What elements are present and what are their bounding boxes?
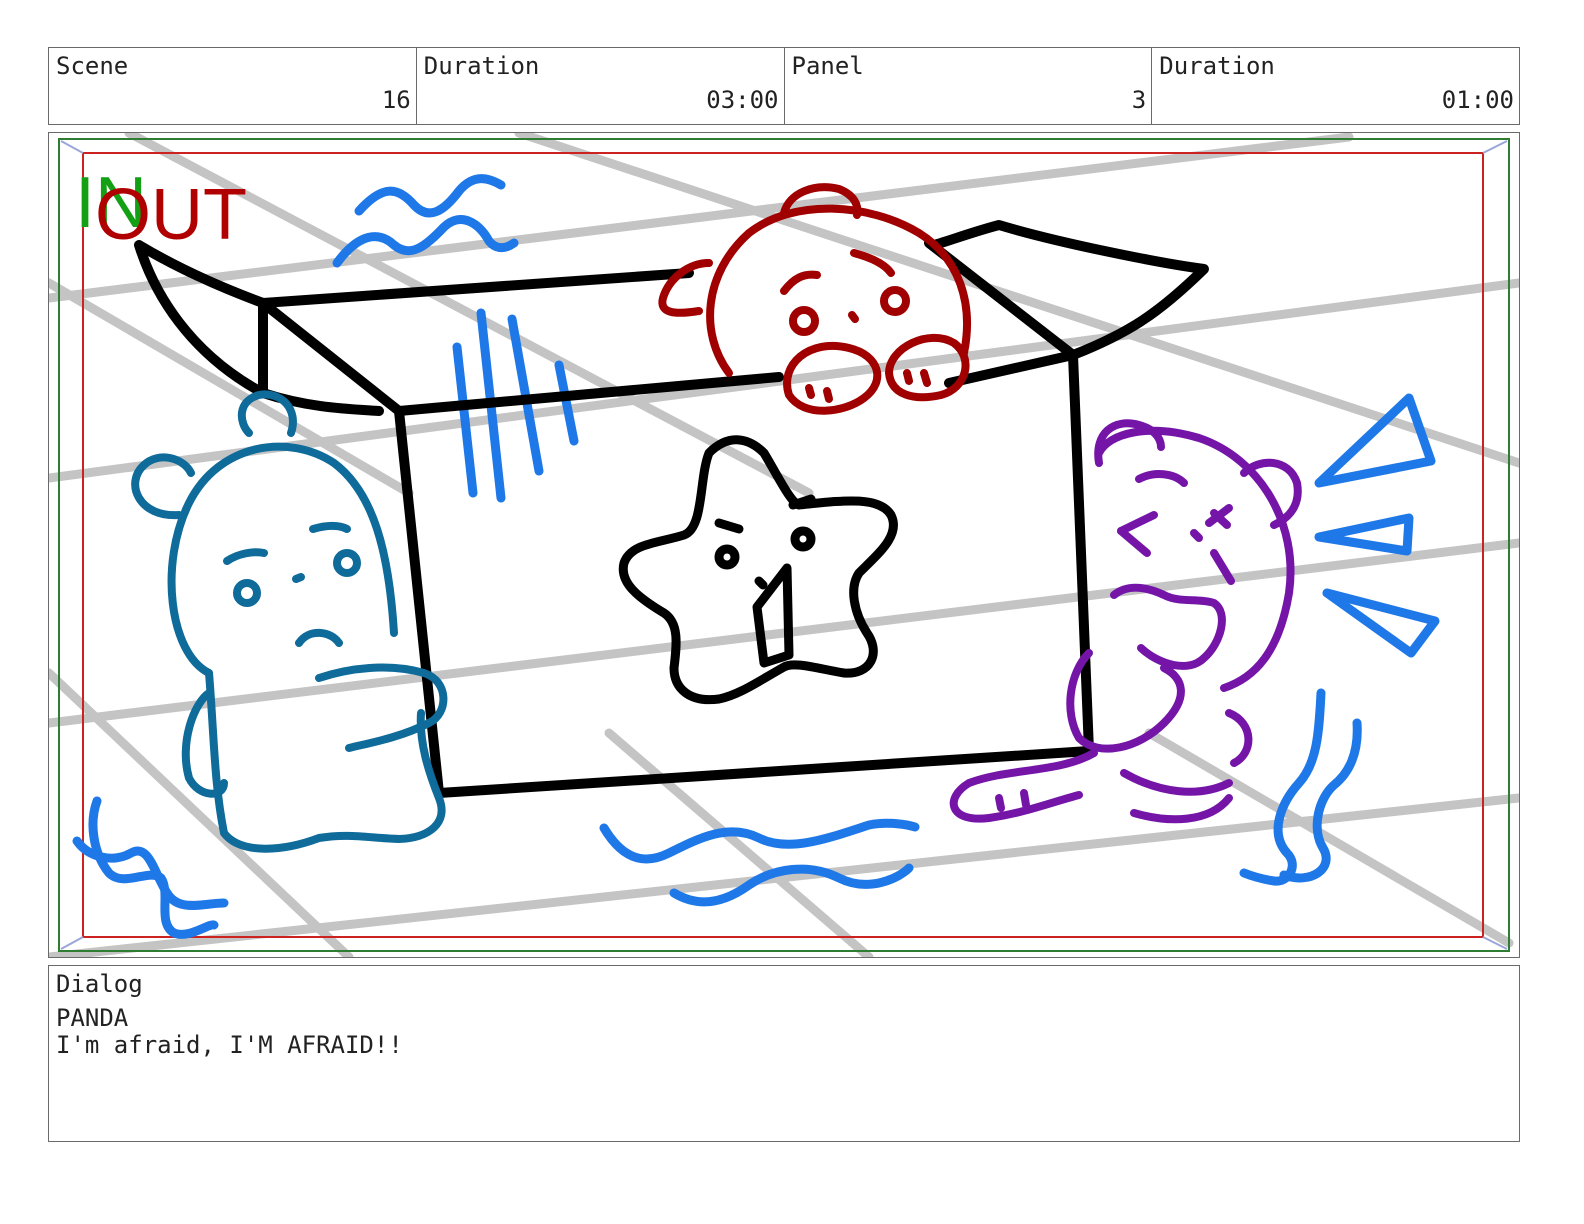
scene-cell: Scene 16 [49, 48, 417, 124]
dialog-label: Dialog [56, 970, 143, 998]
storyboard-panel-image: IN OUT [48, 132, 1520, 958]
panel-duration-value: 01:00 [1441, 86, 1514, 114]
scene-label: Scene [56, 52, 129, 80]
dialog-line: I'm afraid, I'M AFRAID!! [56, 1031, 403, 1059]
panel-number: 3 [1131, 86, 1147, 114]
panel-header: Scene 16 Duration 03:00 Panel 3 Duration… [48, 47, 1520, 125]
scene-duration-cell: Duration 03:00 [417, 48, 785, 124]
dialog-character: PANDA [56, 1004, 129, 1032]
floor-grid [49, 133, 1519, 957]
blue-bear-icon [131, 390, 448, 853]
star-face-icon [618, 435, 898, 705]
alert-triangles-icon [1314, 393, 1440, 658]
panel-cell: Panel 3 [785, 48, 1153, 124]
panel-duration-cell: Duration 01:00 [1152, 48, 1519, 124]
scene-duration-label: Duration [423, 52, 540, 80]
storyboard-drawing: IN OUT [49, 133, 1519, 957]
scene-number: 16 [381, 86, 411, 114]
panel-duration-label: Duration [1159, 52, 1275, 80]
scene-duration-value: 03:00 [706, 86, 779, 114]
dialog-box: Dialog PANDA I'm afraid, I'M AFRAID!! [48, 965, 1520, 1142]
panel-label: Panel [791, 52, 864, 80]
out-marker: OUT [95, 175, 247, 255]
